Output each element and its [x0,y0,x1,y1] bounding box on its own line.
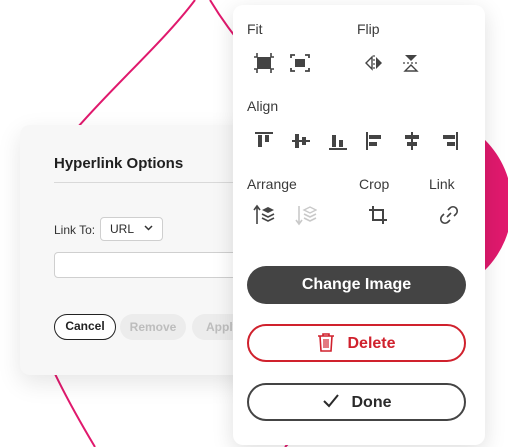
done-label: Done [351,394,392,411]
link-type-value: URL [110,222,135,236]
change-image-button[interactable]: Change Image [247,266,466,304]
flip-horizontal-icon[interactable] [363,52,385,74]
align-left-icon[interactable] [364,130,386,152]
link-icon[interactable] [438,204,460,226]
send-backward-icon[interactable] [295,204,317,226]
bring-forward-icon[interactable] [253,204,275,226]
delete-label: Delete [347,335,396,352]
link-label: Link [429,176,455,192]
done-button[interactable]: Done [247,383,466,421]
cancel-button[interactable]: Cancel [54,314,116,340]
align-label: Align [247,98,279,114]
fit-contain-icon[interactable] [289,52,311,74]
fit-fill-icon[interactable] [253,52,275,74]
hyperlink-options-title: Hyperlink Options [54,155,184,172]
chevron-down-icon [144,225,153,231]
link-type-select[interactable]: URL [100,217,163,241]
checkmark-icon [322,394,339,408]
crop-label: Crop [359,176,390,192]
image-options-panel: Fit Flip Align Arrange Crop Link Change … [233,5,485,445]
remove-button[interactable]: Remove [120,314,186,340]
trash-icon [318,332,335,352]
align-top-icon[interactable] [253,130,275,152]
align-right-icon[interactable] [438,130,460,152]
flip-label: Flip [357,21,380,37]
flip-vertical-icon[interactable] [400,52,422,74]
delete-button[interactable]: Delete [247,324,466,362]
arrange-label: Arrange [247,176,297,192]
crop-icon[interactable] [367,204,389,226]
fit-label: Fit [247,21,263,37]
align-bottom-icon[interactable] [327,130,349,152]
align-center-icon[interactable] [401,130,423,152]
align-middle-icon[interactable] [290,130,312,152]
link-to-label: Link To: [54,223,96,237]
change-image-label: Change Image [301,276,412,293]
